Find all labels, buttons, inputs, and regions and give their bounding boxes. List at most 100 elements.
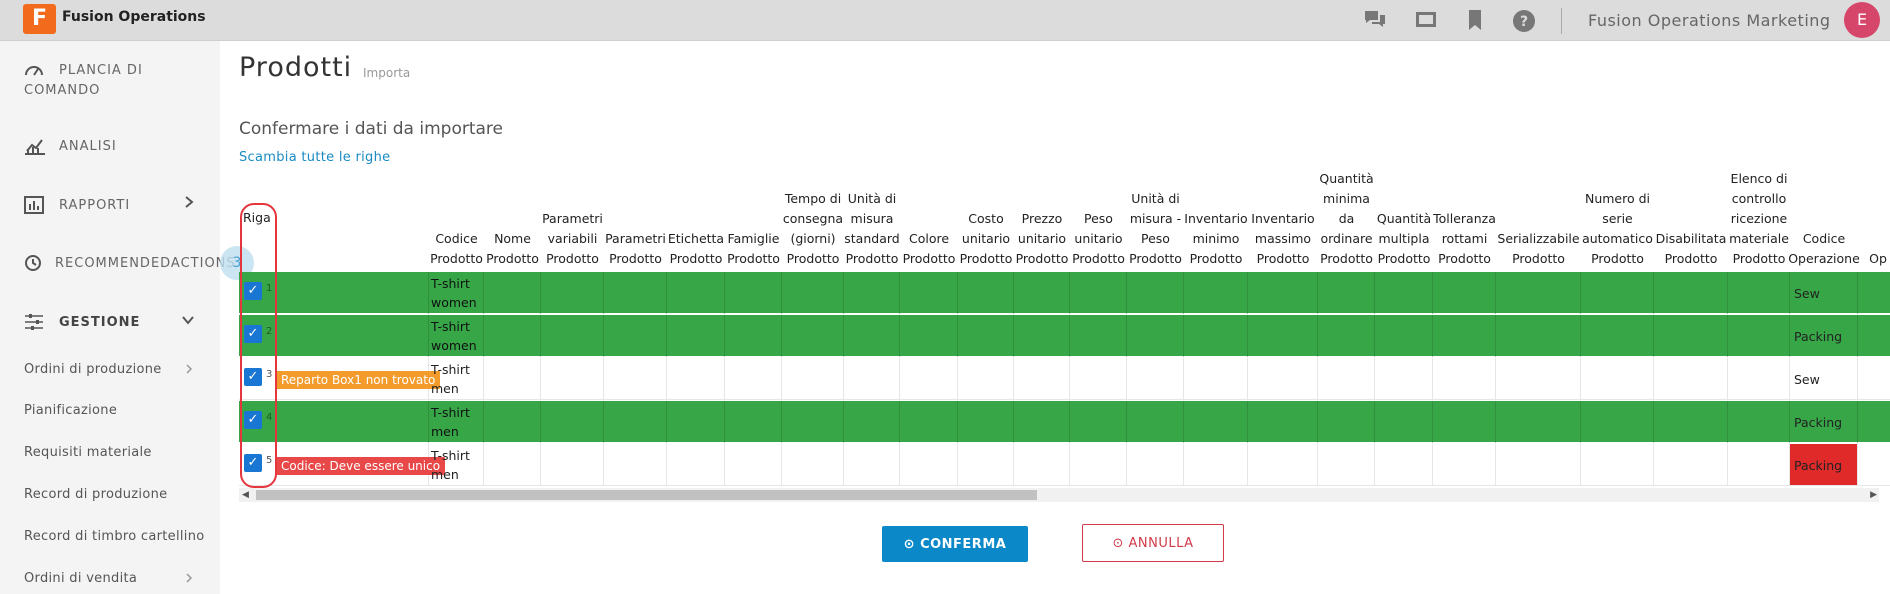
table-cell[interactable] [1581, 315, 1654, 357]
table-cell[interactable] [900, 444, 958, 486]
confirm-button[interactable]: ⊙ CONFERMA [882, 526, 1028, 562]
table-cell[interactable] [541, 315, 604, 357]
table-cell[interactable] [1433, 315, 1496, 357]
table-cell[interactable] [1728, 315, 1790, 357]
table-cell[interactable]: Packing [1790, 444, 1858, 486]
table-cell[interactable] [1014, 272, 1070, 314]
table-cell[interactable] [900, 272, 958, 314]
table-cell[interactable] [958, 444, 1014, 486]
chevron-right-icon[interactable] [184, 572, 194, 588]
cancel-button[interactable]: ⊙ ANNULLA [1082, 524, 1224, 562]
table-cell[interactable] [1728, 272, 1790, 314]
table-cell[interactable] [484, 315, 541, 357]
table-cell[interactable] [725, 272, 782, 314]
table-cell[interactable] [1581, 272, 1654, 314]
horizontal-scrollbar[interactable]: ◀ ▶ [239, 488, 1879, 502]
table-cell[interactable] [1654, 358, 1728, 400]
table-cell[interactable]: Sew [1790, 272, 1858, 314]
bookmark-icon[interactable] [1462, 9, 1488, 33]
table-cell[interactable] [1375, 272, 1433, 314]
table-cell[interactable] [958, 272, 1014, 314]
table-cell[interactable] [604, 272, 667, 314]
table-cell[interactable] [604, 358, 667, 400]
table-cell[interactable] [844, 315, 900, 357]
table-cell[interactable] [725, 315, 782, 357]
table-cell[interactable] [1496, 444, 1581, 486]
table-cell[interactable] [1248, 444, 1318, 486]
table-cell[interactable] [782, 358, 844, 400]
table-cell[interactable]: T-shirt women [429, 315, 484, 357]
table-cell[interactable] [1248, 401, 1318, 443]
table-cell[interactable] [1496, 272, 1581, 314]
table-cell[interactable] [1496, 315, 1581, 357]
table-cell[interactable] [541, 444, 604, 486]
table-cell[interactable] [725, 358, 782, 400]
org-name[interactable]: Fusion Operations Marketing [1588, 11, 1831, 30]
table-cell[interactable] [1728, 358, 1790, 400]
chevron-down-icon[interactable] [181, 314, 195, 330]
table-cell[interactable]: Packing [1790, 315, 1858, 357]
table-cell[interactable] [1014, 315, 1070, 357]
table-cell[interactable] [1248, 272, 1318, 314]
table-cell[interactable] [1184, 358, 1248, 400]
table-cell[interactable] [1858, 315, 1890, 357]
table-cell[interactable] [1318, 358, 1375, 400]
table-cell[interactable] [1184, 315, 1248, 357]
table-cell[interactable] [725, 401, 782, 443]
table-cell[interactable] [1070, 401, 1127, 443]
table-cell[interactable] [1127, 358, 1184, 400]
table-cell[interactable] [484, 272, 541, 314]
table-cell[interactable] [844, 401, 900, 443]
table-cell[interactable] [900, 358, 958, 400]
table-cell[interactable] [1014, 401, 1070, 443]
table-cell[interactable]: Sew [1790, 358, 1858, 400]
table-cell[interactable] [1858, 358, 1890, 400]
table-cell[interactable] [1318, 272, 1375, 314]
table-cell[interactable] [1375, 444, 1433, 486]
avatar[interactable]: E [1844, 2, 1880, 38]
table-cell[interactable] [1858, 401, 1890, 443]
table-cell[interactable] [1496, 358, 1581, 400]
table-cell[interactable] [1375, 401, 1433, 443]
sidebar-subitem-requisiti-materiale[interactable]: Requisiti materiale [24, 445, 152, 460]
table-cell[interactable] [782, 401, 844, 443]
table-cell[interactable] [1496, 401, 1581, 443]
table-cell[interactable] [1127, 444, 1184, 486]
table-cell[interactable] [782, 444, 844, 486]
table-cell[interactable] [667, 358, 725, 400]
table-cell[interactable] [1433, 272, 1496, 314]
table-cell[interactable] [484, 358, 541, 400]
sidebar-subitem-ordini-vendita[interactable]: Ordini di vendita [24, 571, 137, 586]
sidebar-item-rapporti[interactable]: RAPPORTI [24, 196, 204, 220]
table-cell[interactable] [1581, 444, 1654, 486]
sidebar-subitem-pianificazione[interactable]: Pianificazione [24, 403, 117, 418]
table-cell[interactable] [1654, 444, 1728, 486]
table-cell[interactable] [958, 401, 1014, 443]
table-cell[interactable] [1184, 444, 1248, 486]
table-cell[interactable] [1184, 401, 1248, 443]
table-cell[interactable] [1654, 401, 1728, 443]
scroll-right-icon[interactable]: ▶ [1870, 488, 1877, 502]
table-cell[interactable] [1070, 358, 1127, 400]
scroll-left-icon[interactable]: ◀ [242, 488, 249, 502]
table-cell[interactable] [958, 315, 1014, 357]
table-cell[interactable] [782, 315, 844, 357]
table-cell[interactable] [667, 401, 725, 443]
table-cell[interactable] [1581, 401, 1654, 443]
table-cell[interactable] [1318, 401, 1375, 443]
scrollbar-thumb[interactable] [256, 490, 1037, 500]
table-cell[interactable]: T-shirt men [429, 358, 484, 400]
table-cell[interactable] [844, 444, 900, 486]
table-cell[interactable] [1248, 315, 1318, 357]
table-cell[interactable] [1014, 358, 1070, 400]
chevron-right-icon[interactable] [183, 195, 195, 213]
table-cell[interactable] [1127, 315, 1184, 357]
table-cell[interactable]: T-shirt women [429, 272, 484, 314]
table-cell[interactable] [1318, 315, 1375, 357]
table-cell[interactable] [667, 444, 725, 486]
table-cell[interactable] [1433, 358, 1496, 400]
table-cell[interactable] [484, 444, 541, 486]
table-cell[interactable] [1728, 401, 1790, 443]
table-cell[interactable] [1581, 358, 1654, 400]
help-icon[interactable]: ? [1511, 9, 1537, 33]
